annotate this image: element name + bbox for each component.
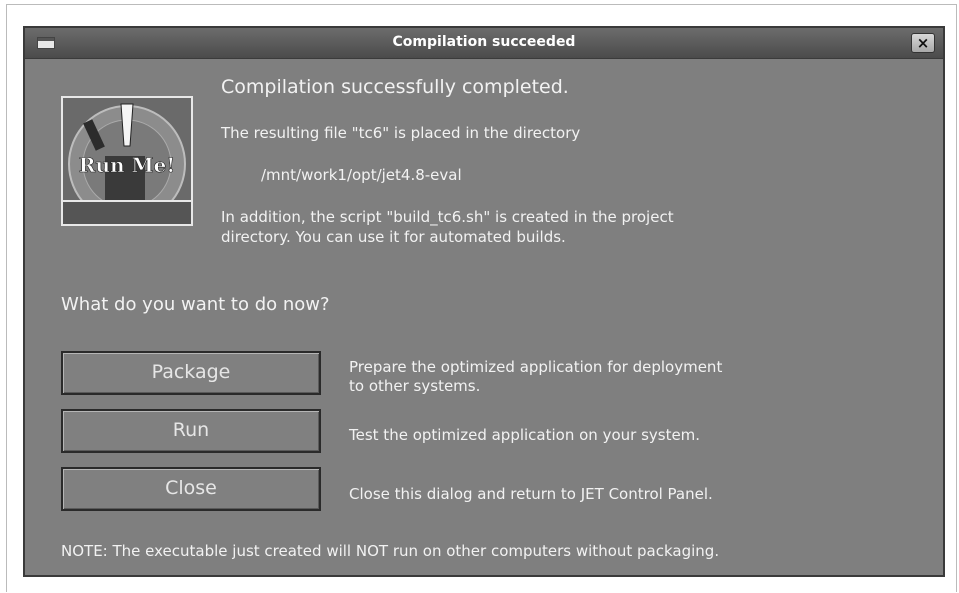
logo-text: Run Me! — [79, 153, 175, 177]
script-info-line-1: In addition, the script "build_tc6.sh" i… — [221, 208, 674, 226]
run-button[interactable]: Run — [61, 409, 321, 453]
close-description: Close this dialog and return to JET Cont… — [349, 485, 713, 503]
package-description-line-1: Prepare the optimized application for de… — [349, 358, 723, 376]
run-description: Test the optimized application on your s… — [349, 426, 701, 444]
result-heading: Compilation successfully completed. — [221, 76, 569, 98]
close-window-button[interactable]: × — [911, 33, 935, 53]
compilation-dialog: Compilation succeeded × Run Me! Compilat… — [23, 26, 945, 577]
package-button[interactable]: Package — [61, 351, 321, 395]
directory-path: /mnt/work1/opt/jet4.8-eval — [261, 166, 462, 184]
title-bar[interactable]: Compilation succeeded × — [25, 28, 943, 59]
packaging-note: NOTE: The executable just created will N… — [61, 542, 720, 560]
run-me-logo-icon: Run Me! — [61, 96, 193, 226]
file-location-text: The resulting file "tc6" is placed in th… — [221, 124, 581, 142]
close-button[interactable]: Close — [61, 467, 321, 511]
package-description-line-2: to other systems. — [349, 377, 481, 395]
next-step-question: What do you want to do now? — [61, 294, 330, 315]
window-title: Compilation succeeded — [392, 34, 576, 50]
script-info-line-2: directory. You can use it for automated … — [221, 228, 566, 246]
